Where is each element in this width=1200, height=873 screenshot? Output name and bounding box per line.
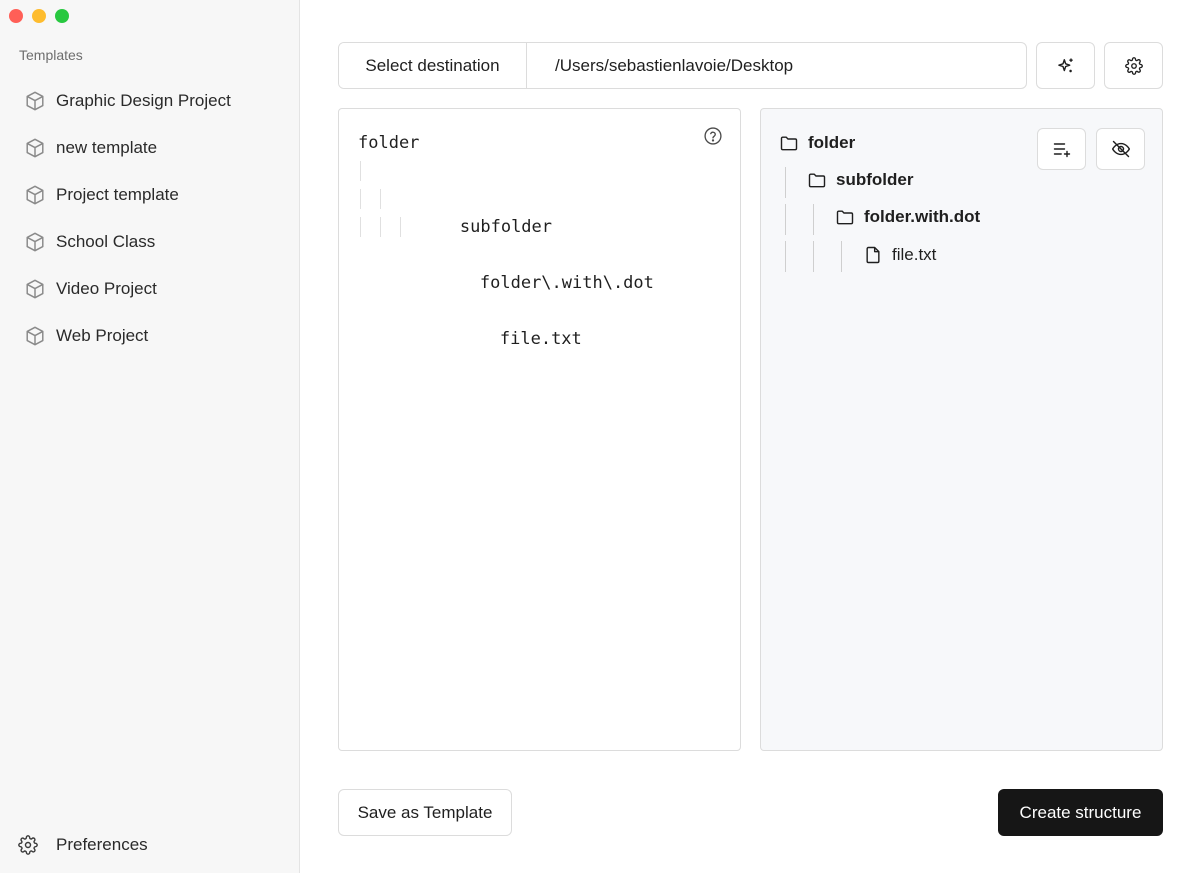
cube-icon xyxy=(24,325,46,347)
sidebar-item-label: Graphic Design Project xyxy=(56,90,231,110)
toggle-visibility-button[interactable] xyxy=(1096,128,1145,170)
sparkles-icon xyxy=(1056,56,1076,76)
sidebar-item-web-project[interactable]: Web Project xyxy=(0,312,300,359)
sidebar-item-graphic-design-project[interactable]: Graphic Design Project xyxy=(0,77,300,124)
indent-guide xyxy=(360,161,361,181)
sidebar-item-video-project[interactable]: Video Project xyxy=(0,265,300,312)
cube-icon xyxy=(24,137,46,159)
cube-icon xyxy=(24,231,46,253)
sidebar-item-label: new template xyxy=(56,137,158,157)
sidebar-item-project-template[interactable]: Project template xyxy=(0,171,300,218)
sidebar-item-label: Web Project xyxy=(56,325,149,345)
tree-guide xyxy=(813,204,814,235)
tree-item-folder[interactable]: folder xyxy=(779,124,855,161)
window-controls xyxy=(9,9,69,23)
save-as-template-button[interactable]: Save as Template xyxy=(338,789,512,836)
folder-icon xyxy=(835,207,855,227)
list-plus-icon xyxy=(1052,139,1072,159)
tree-guide xyxy=(785,167,786,198)
file-icon xyxy=(863,245,883,265)
ai-generate-button[interactable] xyxy=(1036,42,1095,89)
tree-item-folder-with-dot[interactable]: folder.with.dot xyxy=(835,198,980,235)
tree-guide xyxy=(841,241,842,272)
code-line: folder\.with\.dot xyxy=(358,185,654,293)
code-line: subfolder xyxy=(358,157,654,237)
question-circle-icon[interactable] xyxy=(703,126,723,146)
code-lines: folder subfolder folder\.with\.dot file.… xyxy=(358,129,654,349)
cube-icon xyxy=(24,90,46,112)
code-line: file.txt xyxy=(358,213,654,349)
code-line: folder xyxy=(358,133,420,153)
tree-guide xyxy=(785,241,786,272)
gear-icon xyxy=(18,835,38,855)
maximize-window-button[interactable] xyxy=(55,9,69,23)
indent-guide xyxy=(380,189,381,209)
sidebar-item-new-template[interactable]: new template xyxy=(0,124,300,171)
preferences-label: Preferences xyxy=(56,835,148,854)
settings-button[interactable] xyxy=(1104,42,1163,89)
indent-guide xyxy=(360,189,361,209)
destination-bar: Select destination /Users/sebastienlavoi… xyxy=(338,42,1027,89)
indent-guide xyxy=(360,217,361,237)
structure-preview: folder subfolder folder.with.dot file.tx… xyxy=(760,108,1163,751)
template-list: Graphic Design Project new template Proj… xyxy=(0,77,300,359)
tree-guide xyxy=(785,204,786,235)
tree-item-file[interactable]: file.txt xyxy=(863,236,936,273)
folder-icon xyxy=(779,133,799,153)
sidebar-item-label: School Class xyxy=(56,231,156,251)
sidebar-item-label: Video Project xyxy=(56,278,157,298)
tree-guide xyxy=(813,241,814,272)
eye-off-icon xyxy=(1111,139,1131,159)
sidebar-item-school-class[interactable]: School Class xyxy=(0,218,300,265)
tree-item-label: subfolder xyxy=(836,169,914,189)
indent-guide xyxy=(400,217,401,237)
tree-item-label: folder.with.dot xyxy=(864,206,981,226)
destination-path-field[interactable]: /Users/sebastienlavoie/Desktop xyxy=(527,43,1026,88)
structure-editor[interactable]: folder subfolder folder\.with\.dot file.… xyxy=(338,108,741,751)
tree-item-label: folder xyxy=(808,132,856,152)
tree-item-label: file.txt xyxy=(892,244,937,264)
gear-icon xyxy=(1124,56,1143,75)
app-window: Templates Graphic Design Project new tem… xyxy=(0,0,1200,873)
format-button[interactable] xyxy=(1037,128,1086,170)
create-structure-button[interactable]: Create structure xyxy=(998,789,1163,836)
cube-icon xyxy=(24,278,46,300)
sidebar: Templates Graphic Design Project new tem… xyxy=(0,0,300,873)
indent-guide xyxy=(380,217,381,237)
minimize-window-button[interactable] xyxy=(32,9,46,23)
sidebar-item-label: Project template xyxy=(56,184,179,204)
sidebar-heading: Templates xyxy=(19,47,83,63)
close-window-button[interactable] xyxy=(9,9,23,23)
tree-item-subfolder[interactable]: subfolder xyxy=(807,161,913,198)
preferences-button[interactable]: Preferences xyxy=(18,828,148,862)
select-destination-button[interactable]: Select destination xyxy=(339,43,527,88)
folder-icon xyxy=(807,170,827,190)
cube-icon xyxy=(24,184,46,206)
